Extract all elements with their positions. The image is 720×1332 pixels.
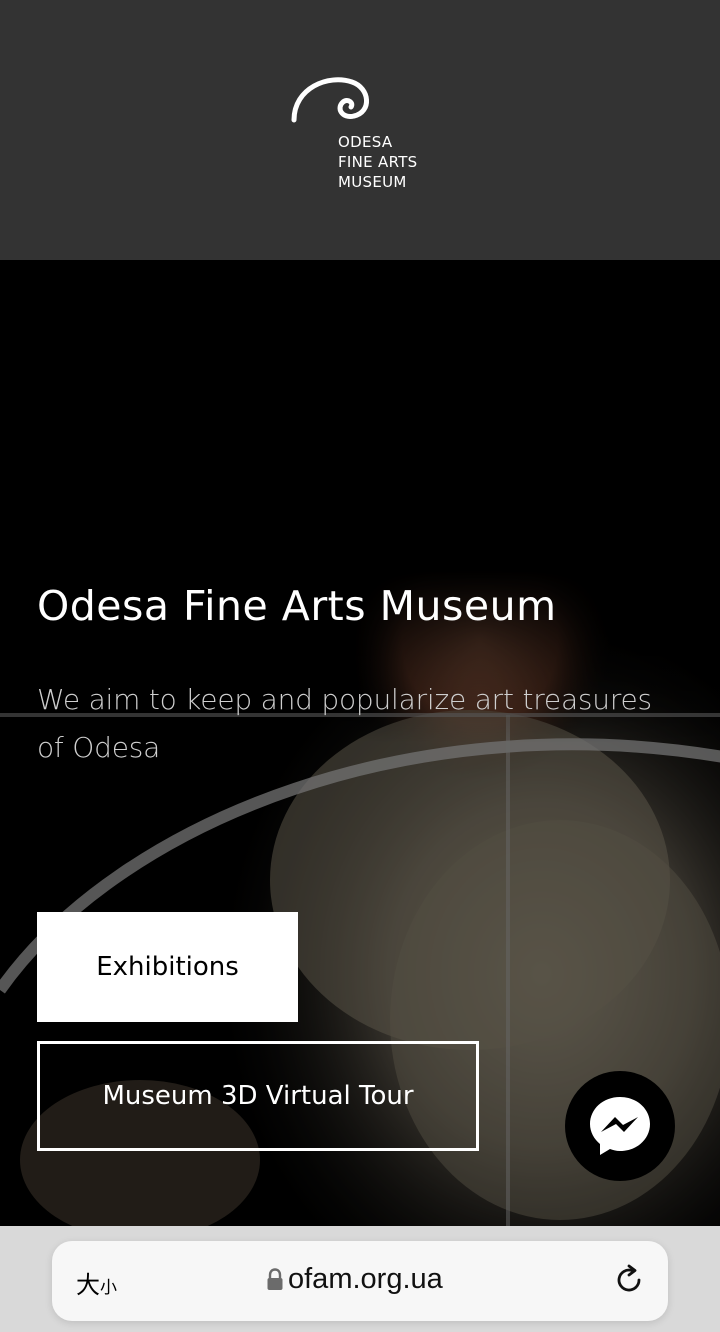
exhibitions-button[interactable]: Exhibitions [37, 912, 298, 1022]
url-display[interactable]: ofam.org.ua [266, 1263, 443, 1296]
logo-line-3: MUSEUM [338, 173, 407, 191]
logo-line-2: FINE ARTS [338, 153, 418, 171]
text-size-large: 大 [76, 1271, 100, 1299]
messenger-chat-button[interactable] [565, 1071, 675, 1181]
logo-text: ODESA FINE ARTS MUSEUM [338, 132, 418, 192]
site-header: ODESA FINE ARTS MUSEUM [0, 0, 720, 260]
logo-line-1: ODESA [338, 133, 393, 151]
text-size-button[interactable]: 大小 [76, 1265, 117, 1300]
url-text: ofam.org.ua [288, 1263, 443, 1295]
text-size-small: 小 [100, 1278, 117, 1298]
hero-section: Odesa Fine Arts Museum We aim to keep an… [0, 260, 720, 1226]
virtual-tour-button[interactable]: Museum 3D Virtual Tour [37, 1041, 479, 1151]
museum-logo[interactable]: ODESA FINE ARTS MUSEUM [288, 70, 438, 195]
hero-subtitle: We aim to keep and popularize art treasu… [37, 683, 652, 764]
messenger-icon [590, 1097, 650, 1155]
reload-icon[interactable] [612, 1263, 646, 1297]
url-pill[interactable]: 大小 ofam.org.ua [52, 1241, 668, 1321]
lock-icon [267, 1267, 283, 1290]
browser-address-bar: 大小 ofam.org.ua [0, 1226, 720, 1332]
spiral-logo-icon [291, 77, 369, 123]
hero-title: Odesa Fine Arts Museum [37, 582, 557, 630]
